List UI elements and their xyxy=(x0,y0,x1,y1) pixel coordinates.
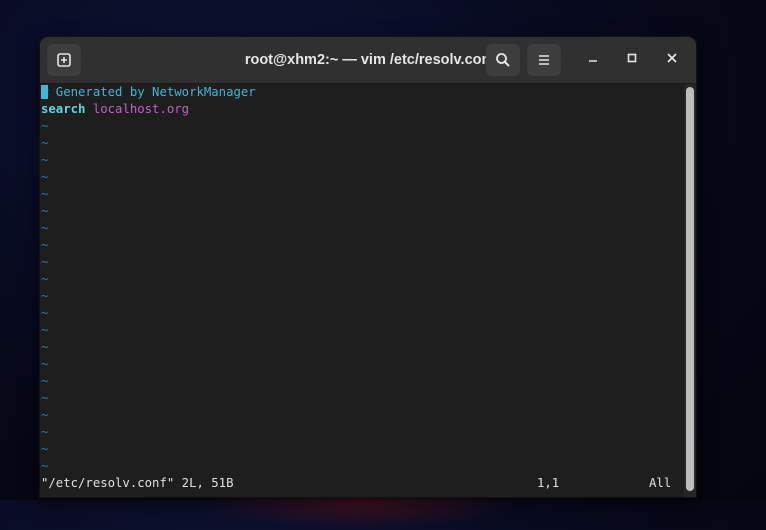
empty-line-marker: ~ xyxy=(41,391,49,405)
title-bar: root@xhm2:~ — vim /etc/resolv.conf xyxy=(40,37,696,84)
close-button[interactable] xyxy=(660,48,684,72)
empty-line-marker: ~ xyxy=(41,255,49,269)
search-button[interactable] xyxy=(486,44,520,76)
search-domain-value: localhost.org xyxy=(85,102,190,116)
status-cursor-position: 1,1 xyxy=(537,476,560,490)
empty-line-marker: ~ xyxy=(41,408,49,422)
empty-line-marker: ~ xyxy=(41,459,49,473)
empty-line-marker: ~ xyxy=(41,119,49,133)
maximize-button[interactable] xyxy=(620,48,644,72)
new-tab-button[interactable] xyxy=(47,44,81,76)
buffer-line-1: # Generated by NetworkManager xyxy=(41,84,256,101)
scrollbar[interactable] xyxy=(684,84,696,497)
menu-button[interactable] xyxy=(527,44,561,76)
vim-editor-area[interactable]: # Generated by NetworkManager search loc… xyxy=(40,84,684,497)
hamburger-menu-icon xyxy=(536,52,552,68)
new-tab-icon xyxy=(56,52,72,68)
empty-line-marker: ~ xyxy=(41,170,49,184)
empty-line-marker: ~ xyxy=(41,289,49,303)
close-icon xyxy=(666,51,678,69)
search-keyword: search xyxy=(41,102,86,116)
search-icon xyxy=(495,52,511,68)
maximize-icon xyxy=(626,51,638,69)
comment-text: Generated by NetworkManager xyxy=(48,85,256,99)
empty-line-marker: ~ xyxy=(41,374,49,388)
empty-line-marker: ~ xyxy=(41,272,49,286)
status-file-info: "/etc/resolv.conf" 2L, 51B xyxy=(41,476,234,490)
empty-line-marker: ~ xyxy=(41,357,49,371)
empty-line-marker: ~ xyxy=(41,204,49,218)
empty-line-marker: ~ xyxy=(41,323,49,337)
terminal-window: root@xhm2:~ — vim /etc/resolv.conf # Gen… xyxy=(40,37,696,497)
empty-line-marker: ~ xyxy=(41,425,49,439)
minimize-icon xyxy=(587,51,599,69)
empty-line-marker: ~ xyxy=(41,136,49,150)
buffer-line-2: search localhost.org xyxy=(41,101,189,118)
minimize-button[interactable] xyxy=(581,48,605,72)
empty-line-marker: ~ xyxy=(41,153,49,167)
empty-line-marker: ~ xyxy=(41,442,49,456)
status-scroll-percent: All xyxy=(649,476,672,490)
empty-line-marker: ~ xyxy=(41,306,49,320)
empty-line-marker: ~ xyxy=(41,187,49,201)
empty-line-marker: ~ xyxy=(41,221,49,235)
empty-line-marker: ~ xyxy=(41,238,49,252)
scrollbar-thumb[interactable] xyxy=(686,87,694,491)
empty-line-marker: ~ xyxy=(41,340,49,354)
